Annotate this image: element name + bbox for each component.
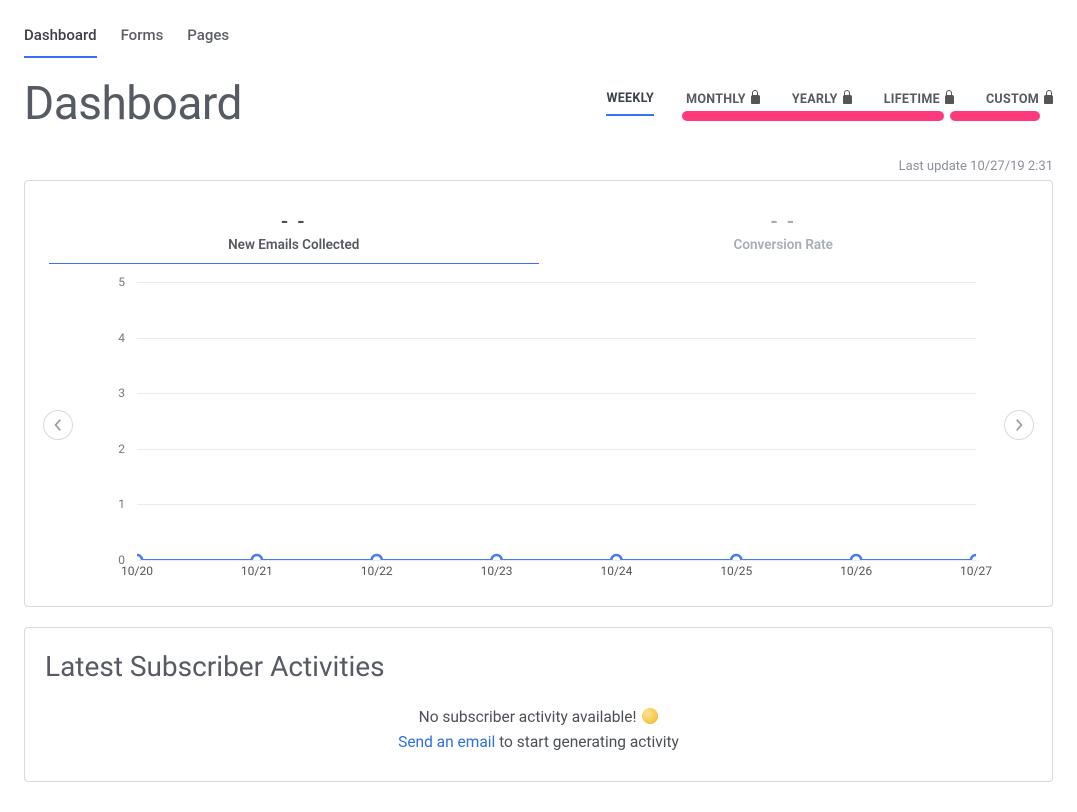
cta-rest-text: to start generating activity (495, 733, 679, 751)
chart: 012345 10/2010/2110/2210/2310/2410/2510/… (101, 282, 976, 582)
x-tick-label: 10/24 (600, 564, 632, 578)
x-tick-label: 10/23 (481, 564, 513, 578)
x-tick-label: 10/20 (121, 564, 153, 578)
x-tick-label: 10/25 (720, 564, 752, 578)
chart-next-button[interactable] (1004, 410, 1034, 440)
x-tick-label: 10/22 (361, 564, 393, 578)
empty-message: No subscriber activity available! (419, 708, 637, 726)
range-label: CUSTOM (986, 92, 1039, 107)
y-axis: 012345 (101, 282, 131, 560)
y-tick-label: 3 (118, 386, 125, 400)
range-label: MONTHLY (686, 92, 746, 107)
chart-zone: 012345 10/2010/2110/2210/2310/2410/2510/… (37, 264, 1040, 582)
send-email-link[interactable]: Send an email (398, 733, 495, 751)
page-title: Dashboard (24, 77, 242, 131)
header-row: Dashboard WEEKLY MONTHLY YEARLY LIFETIME… (24, 77, 1053, 131)
top-nav: Dashboard Forms Pages (24, 20, 1053, 59)
chart-point[interactable] (372, 555, 382, 560)
x-tick-label: 10/27 (960, 564, 992, 578)
nav-item-forms[interactable]: Forms (121, 20, 164, 58)
range-tabs-wrap: WEEKLY MONTHLY YEARLY LIFETIME CUSTOM (606, 77, 1053, 116)
lock-icon (945, 95, 954, 104)
sad-emoji-icon (642, 708, 658, 724)
x-tick-label: 10/26 (840, 564, 872, 578)
plot-area (137, 282, 976, 560)
annotation-underline (682, 111, 944, 121)
nav-item-pages[interactable]: Pages (187, 20, 229, 58)
range-label: LIFETIME (884, 92, 940, 107)
metric-tab-conversion[interactable]: - - Conversion Rate (539, 209, 1029, 264)
metric-label: Conversion Rate (539, 237, 1029, 253)
chart-point[interactable] (731, 555, 741, 560)
nav-item-dashboard[interactable]: Dashboard (24, 20, 97, 58)
chart-point[interactable] (851, 555, 861, 560)
activities-title: Latest Subscriber Activities (45, 650, 1032, 683)
range-label: YEARLY (792, 92, 838, 107)
chart-point[interactable] (252, 555, 262, 560)
chart-prev-button[interactable] (43, 410, 73, 440)
chart-card: - - New Emails Collected - - Conversion … (24, 180, 1053, 607)
y-tick-label: 5 (118, 275, 125, 289)
activities-empty-state: No subscriber activity available! Send a… (45, 705, 1032, 755)
gridline (137, 560, 976, 561)
lock-icon (843, 95, 852, 104)
y-tick-label: 2 (118, 442, 125, 456)
lock-icon (751, 95, 760, 104)
chart-point[interactable] (491, 555, 501, 560)
x-tick-label: 10/21 (241, 564, 273, 578)
chart-point[interactable] (611, 555, 621, 560)
metric-tab-emails[interactable]: - - New Emails Collected (49, 209, 539, 264)
y-tick-label: 1 (118, 497, 125, 511)
chart-point[interactable] (971, 555, 976, 560)
range-label: WEEKLY (606, 91, 654, 106)
range-item-weekly[interactable]: WEEKLY (606, 91, 654, 116)
x-axis: 10/2010/2110/2210/2310/2410/2510/2610/27 (137, 562, 976, 582)
last-update-text: Last update 10/27/19 2:31 (24, 159, 1053, 174)
metric-value: - - (49, 209, 539, 233)
annotation-underline (950, 111, 1040, 121)
metric-value: - - (539, 209, 1029, 233)
metric-tabs: - - New Emails Collected - - Conversion … (37, 209, 1040, 264)
activities-card: Latest Subscriber Activities No subscrib… (24, 627, 1053, 782)
metric-label: New Emails Collected (49, 237, 539, 253)
lock-icon (1044, 95, 1053, 104)
y-tick-label: 4 (118, 331, 125, 345)
chart-point[interactable] (137, 555, 142, 560)
